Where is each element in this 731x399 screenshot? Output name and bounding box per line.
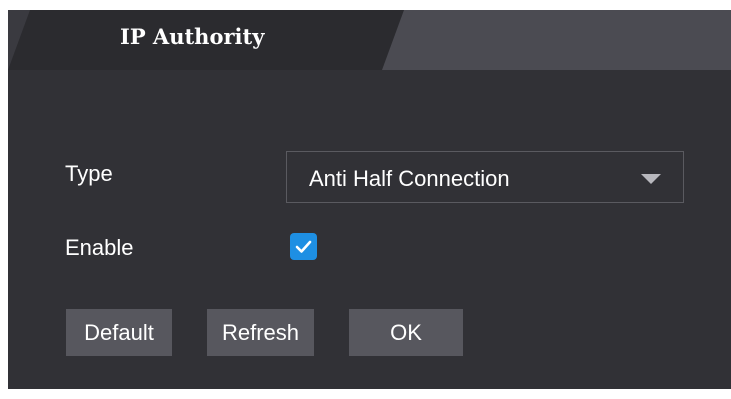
- default-button[interactable]: Default: [66, 309, 172, 356]
- type-label: Type: [65, 161, 113, 186]
- enable-label: Enable: [65, 235, 134, 260]
- enable-checkbox[interactable]: [290, 233, 317, 260]
- type-select[interactable]: Anti Half Connection: [286, 151, 684, 203]
- ip-authority-panel: IP Authority Type Anti Half Connection E…: [8, 10, 731, 389]
- checkmark-icon: [295, 240, 312, 253]
- tab-title: IP Authority: [120, 24, 265, 49]
- refresh-button[interactable]: Refresh: [207, 309, 314, 356]
- ok-button[interactable]: OK: [349, 309, 463, 356]
- tab-bar: IP Authority: [8, 10, 731, 70]
- chevron-down-icon: [641, 174, 661, 184]
- type-select-value: Anti Half Connection: [309, 166, 510, 191]
